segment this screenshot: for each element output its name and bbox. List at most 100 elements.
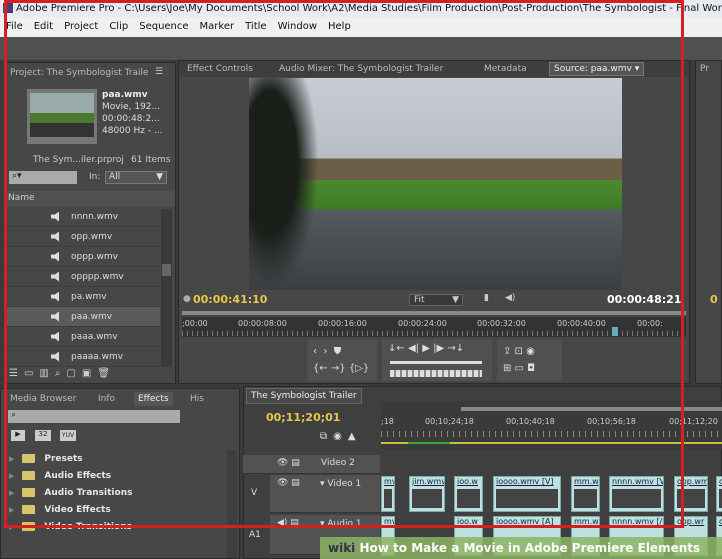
menu-file[interactable]: File [6, 17, 23, 37]
timeline-tools[interactable]: ⧉◉▲ [320, 431, 362, 442]
step-back-icon[interactable]: ◀| [408, 343, 419, 354]
tab-source[interactable]: Source: paa.wmv ▾ [549, 62, 645, 76]
clip-thumbnail [574, 489, 597, 508]
panel-menu-icon[interactable]: ☰ [155, 67, 163, 77]
project-bottom-toolbar[interactable]: ☰▭▥⌕▢▣🗑 [9, 368, 116, 379]
ruler-label: 00:00:08:00 [238, 319, 287, 328]
list-item[interactable]: opppp.wmv [5, 267, 160, 287]
time-ruler[interactable]: ;00:00 00:00:08:00 00:00:16:00 00:00:24:… [182, 317, 686, 337]
clip-info-type: Movie, 192... [102, 102, 161, 112]
shuttle-slider[interactable] [390, 361, 482, 364]
ruler-label: ;00:00 [182, 319, 208, 328]
video-clip[interactable]: ioo.w [454, 476, 483, 512]
effects-panel: Media Browser Info Effects His ⌕ ▶ 32 YU… [0, 388, 240, 559]
tab-history[interactable]: His [190, 394, 204, 404]
clip-label: nnnn.wmv [V [612, 477, 664, 486]
folder-video-effects[interactable]: ▶ Video Effects [1, 501, 226, 518]
tab-media-browser[interactable]: Media Browser [10, 394, 76, 404]
source-monitor-panel: Effect Controls Audio Mixer: The Symbolo… [178, 60, 690, 384]
tab-effect-controls[interactable]: Effect Controls [187, 64, 253, 74]
folder-audio-effects[interactable]: ▶ Audio Effects [1, 467, 226, 484]
play-icon[interactable]: ▶ [422, 343, 430, 354]
tab-sequence[interactable]: The Symbologist Trailer [246, 388, 362, 404]
go-to-in-icon[interactable]: ↓← [388, 343, 405, 354]
folder-presets[interactable]: ▶ Presets [1, 450, 226, 467]
tab-audio-mixer[interactable]: Audio Mixer: The Symbologist Trailer [279, 64, 443, 74]
folder-audio-transitions[interactable]: ▶ Audio Transitions [1, 484, 226, 501]
list-item[interactable]: pa.wmv [5, 287, 160, 307]
scrollbar-thumb[interactable] [162, 264, 171, 276]
ruler-label: 00;10;56;18 [587, 417, 636, 426]
sequence-timecode[interactable]: 00;11;20;01 [266, 411, 340, 424]
speaker-icon[interactable]: ◀) [505, 293, 515, 303]
menu-clip[interactable]: Clip [109, 17, 128, 37]
source-track-a1[interactable]: A1 [249, 530, 261, 540]
video-clip[interactable]: nnnn.wmv [V [609, 476, 664, 512]
tab-effects[interactable]: Effects [134, 392, 173, 406]
transport-controls[interactable]: ↓← ◀| ▶ |▶ →↓ [382, 339, 492, 381]
column-header-name[interactable]: Name [5, 191, 175, 207]
source-track-v[interactable]: V [251, 488, 257, 498]
video-clip[interactable]: o [716, 476, 722, 512]
ruler-label: 00:00:24:00 [398, 319, 447, 328]
video-clip[interactable]: oop.wm [674, 476, 708, 512]
list-item[interactable]: paaa.wmv [5, 327, 160, 347]
film-icon[interactable]: ▮ [484, 293, 489, 303]
audio-clip-icon [51, 331, 59, 342]
jog-wheel[interactable] [390, 370, 482, 377]
effects-scrollbar[interactable] [227, 450, 237, 558]
zoom-select[interactable]: Fit ▼ [409, 294, 463, 306]
video-clip[interactable]: ioooo.wmv [V] [493, 476, 561, 512]
menu-window[interactable]: Window [278, 17, 317, 37]
audio-clip-icon [51, 251, 59, 262]
duration-timecode: 00:00:48:21 [607, 293, 682, 306]
go-to-out-icon[interactable]: →↓ [447, 343, 464, 354]
accelerated-effects-icon[interactable]: ▶ [11, 430, 25, 441]
ruler-label: 00:00:32:00 [477, 319, 526, 328]
tab-program[interactable]: Pr [700, 64, 709, 74]
video-clip[interactable]: mv [ [381, 476, 395, 512]
folder-icon [22, 505, 36, 514]
item-name: nnnn.wmv [71, 211, 119, 222]
menu-title[interactable]: Title [245, 17, 266, 37]
tab-metadata[interactable]: Metadata [484, 64, 527, 74]
marker-icon[interactable]: ● [183, 294, 191, 304]
track-header-video-1[interactable]: 👁 ▤ ▾ Video 1 [270, 475, 380, 513]
viewing-area-bar[interactable] [182, 311, 686, 315]
32bit-effects-icon[interactable]: 32 [35, 430, 51, 441]
clip-label: ioooo.wmv [V] [496, 477, 554, 486]
menu-help[interactable]: Help [328, 17, 351, 37]
list-item[interactable]: opp.wmv [5, 227, 160, 247]
tab-info[interactable]: Info [98, 394, 115, 404]
edit-controls[interactable]: ⇪ ⊡ ◉ ⊞ ▭ ◘ [497, 339, 562, 381]
effects-search-input[interactable]: ⌕ [8, 410, 180, 423]
current-timecode[interactable]: 00:00:41:10 [193, 293, 267, 306]
playhead[interactable] [612, 327, 619, 336]
menu-project[interactable]: Project [64, 17, 98, 37]
timeline-ruler[interactable]: ;18 00;10;24;18 00;10;40;18 00;10;56;18 … [381, 401, 722, 449]
project-tab[interactable]: Project: The Symbologist Traile [10, 68, 149, 78]
watermark-banner: wiki How to Make a Movie in Adobe Premie… [320, 537, 722, 559]
track-header-video-2[interactable]: 👁 ▤ Video 2 [243, 455, 380, 474]
folder-video-transitions[interactable]: ▶ Video Transitions [1, 518, 226, 535]
list-item[interactable]: oppp.wmv [5, 247, 160, 267]
search-input[interactable]: ⌕▾ [9, 171, 77, 184]
marker-controls[interactable]: ‹ › ⛊ {← →} {▷} [307, 339, 377, 381]
in-select[interactable]: All ▼ [105, 171, 167, 184]
clip-thumbnail [412, 489, 442, 508]
video-clip[interactable]: jim.wmv [409, 476, 445, 512]
list-item[interactable]: nnnn.wmv [5, 207, 160, 227]
clip-label: ioooo.wmv [A] [496, 517, 554, 526]
zoom-bar[interactable] [461, 407, 722, 411]
scrollbar[interactable] [161, 209, 172, 367]
list-item-selected[interactable]: paa.wmv [5, 307, 160, 327]
menu-sequence[interactable]: Sequence [139, 17, 188, 37]
video-clip[interactable]: mm.w [571, 476, 600, 512]
item-name: paaa.wmv [71, 331, 118, 342]
menu-edit[interactable]: Edit [34, 17, 53, 37]
step-forward-icon[interactable]: |▶ [433, 343, 444, 354]
menu-marker[interactable]: Marker [200, 17, 235, 37]
ruler-label: 00;11;12;20 [669, 417, 718, 426]
yuv-effects-icon[interactable]: YUV [60, 430, 76, 441]
list-item[interactable]: paaaa.wmv [5, 347, 160, 367]
